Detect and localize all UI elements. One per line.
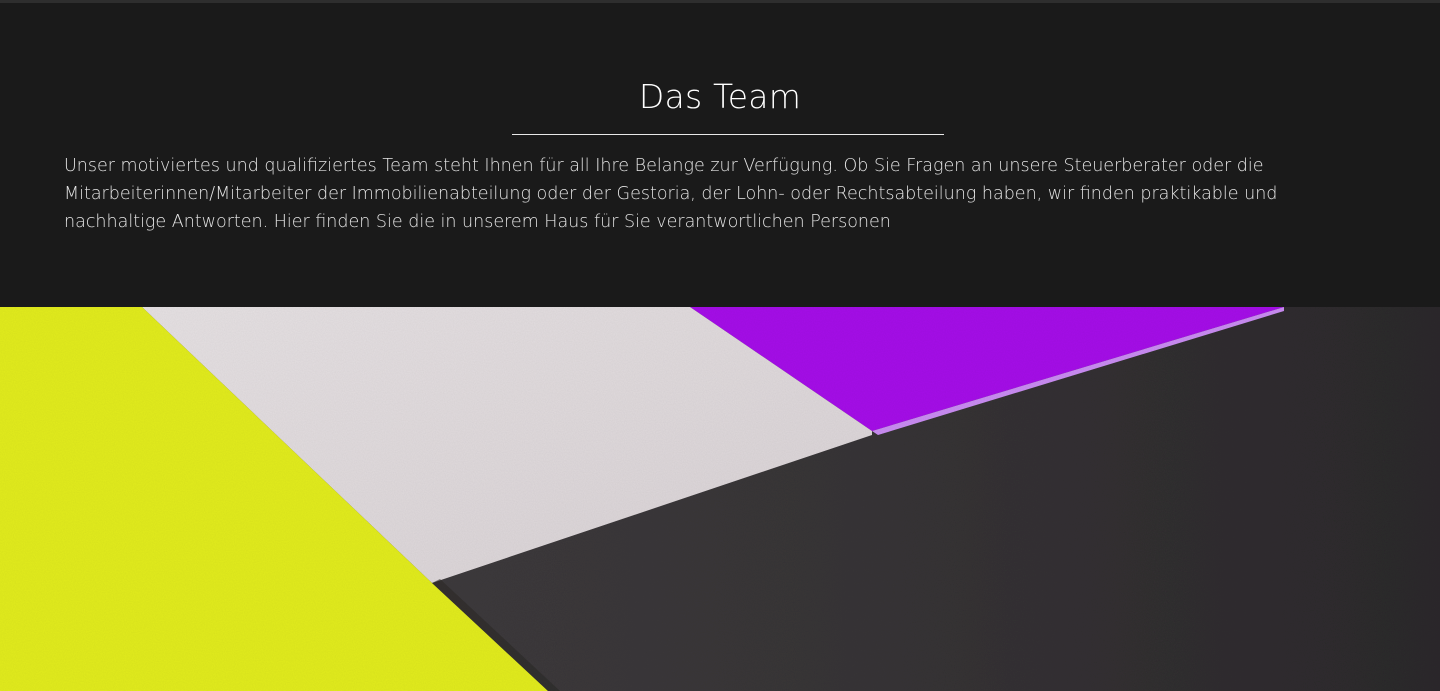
title-divider <box>512 134 944 135</box>
team-intro-text: Unser motiviertes und qualifiziertes Tea… <box>64 156 1278 232</box>
section-title: Das Team <box>638 77 802 116</box>
abstract-paper-image <box>0 307 1440 691</box>
page: Das Team Unser motiviertes und qualifizi… <box>0 0 1440 691</box>
team-section: Das Team Unser motiviertes und qualifizi… <box>0 3 1440 307</box>
